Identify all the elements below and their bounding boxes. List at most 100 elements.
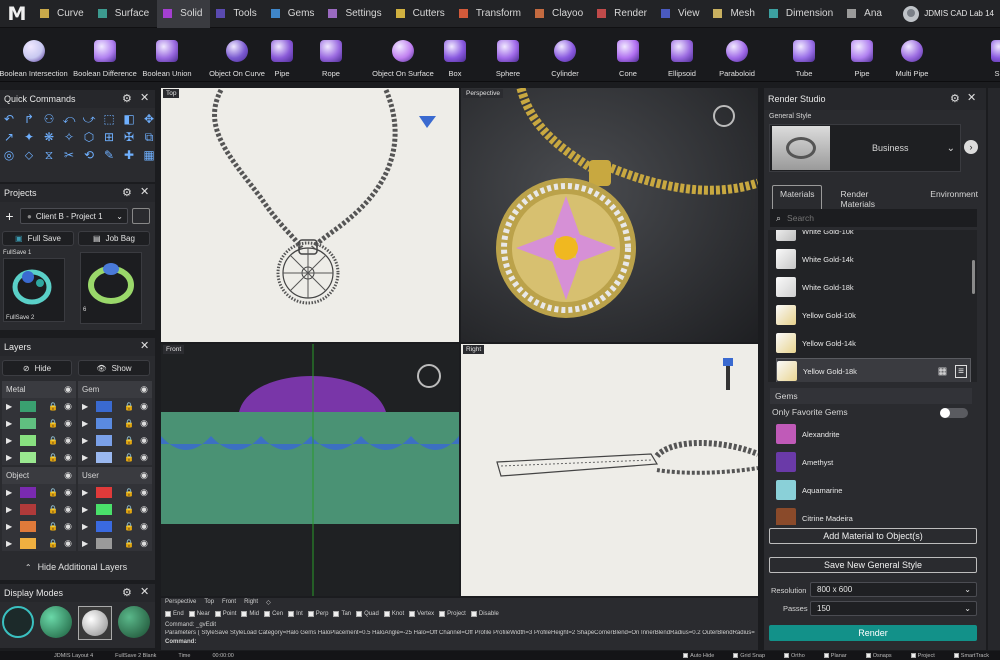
material-scrollbar[interactable] [972,260,975,294]
quick-command-icon[interactable]: ✚ [122,148,136,162]
layer-row[interactable]: ▶ 🔒 ◉ [78,535,152,552]
viewport-label[interactable]: Perspective [463,89,503,98]
ghosted-mode-icon[interactable] [118,606,150,638]
hide-additional-layers-button[interactable]: ⌃ Hide Additional Layers [2,558,150,576]
material-search-input[interactable] [787,213,958,223]
layer-color-swatch[interactable] [20,521,37,532]
grid-view-icon[interactable]: ▦ [938,366,947,377]
ribbon-tool[interactable]: Cylinder [541,28,589,82]
ribbon-tool[interactable]: Tube [780,28,828,82]
snap-checkbox[interactable]: End [165,611,184,617]
snap-checkbox[interactable]: Tan [333,611,351,617]
gem-item[interactable]: Amethyst [776,449,971,475]
play-icon[interactable]: ▶ [6,436,12,445]
snap-checkbox[interactable]: Near [188,611,210,617]
play-icon[interactable]: ▶ [6,522,12,531]
material-item[interactable]: White Gold-18k [776,274,971,300]
ribbon-tool[interactable]: Rope [307,28,355,82]
lock-icon[interactable]: 🔒 [48,488,58,497]
eye-icon[interactable]: ◉ [64,521,72,532]
job-bag-button[interactable]: ▤ Job Bag [78,231,150,246]
lock-icon[interactable]: 🔒 [48,505,58,514]
gear-icon[interactable]: ⚙ [122,586,132,599]
status-toggle[interactable]: Planar [823,653,847,659]
layer-color-swatch[interactable] [20,435,37,446]
snap-checkbox[interactable]: Quad [356,611,379,617]
full-save-button[interactable]: ▣ Full Save [2,231,74,246]
menu-tab[interactable]: Solid [157,0,211,28]
gem-item[interactable]: Alexandrite [776,423,971,447]
ribbon-tool[interactable]: Boolean Difference [72,28,138,82]
lock-icon[interactable]: 🔒 [124,419,134,428]
eye-icon[interactable]: ◉ [64,538,72,549]
play-icon[interactable]: ▶ [6,488,12,497]
eye-icon[interactable]: ◉ [64,452,72,463]
layer-row[interactable]: ▶ 🔒 ◉ [2,432,76,449]
render-mode-icon[interactable] [78,606,112,640]
eye-icon[interactable]: ◉ [140,435,148,446]
lock-icon[interactable]: 🔒 [124,522,134,531]
menu-tab[interactable]: Cutters [390,0,453,28]
status-toggle[interactable]: Auto Hide [683,653,714,659]
list-view-icon[interactable]: ≡ [955,364,967,378]
quick-command-icon[interactable]: ⬚ [102,112,116,126]
show-layers-button[interactable]: 👁 Show [78,360,150,376]
quick-command-icon[interactable]: ✠ [122,130,136,144]
quick-command-icon[interactable]: ◧ [122,112,136,126]
close-icon[interactable]: ✕ [967,91,976,104]
layer-row[interactable]: ▶ 🔒 ◉ [78,501,152,518]
view-tab[interactable]: Perspective [165,599,196,606]
command-prompt[interactable]: Command: [165,639,196,645]
play-icon[interactable]: ▶ [82,453,88,462]
quick-command-icon[interactable]: ⚇ [42,112,56,126]
layer-row[interactable]: ▶ 🔒 ◉ [2,415,76,432]
snap-checkbox[interactable]: Cen [264,611,283,617]
layer-row[interactable]: ▶ 🔒 ◉ [78,484,152,501]
lock-icon[interactable]: 🔒 [124,488,134,497]
menu-tab[interactable]: Mesh [707,0,762,28]
view-tab[interactable]: Right [244,599,258,606]
menu-tab[interactable]: Ana [841,0,890,28]
layer-group-header[interactable]: Object ◉ [2,467,76,484]
lock-icon[interactable]: 🔒 [124,436,134,445]
layer-color-swatch[interactable] [96,521,113,532]
eye-icon[interactable]: ◉ [64,470,72,481]
status-toggle[interactable]: SmartTrack [953,653,989,659]
layer-row[interactable]: ▶ 🔒 ◉ [78,449,152,466]
favorite-toggle[interactable] [940,408,968,418]
ribbon-tool[interactable]: Object On Surface [372,28,434,82]
quick-command-icon[interactable]: ✧ [62,130,76,144]
layer-color-swatch[interactable] [20,452,37,463]
quick-command-icon[interactable]: ↗ [2,130,16,144]
menu-tab[interactable]: View [655,0,708,28]
menu-tab[interactable]: Curve [34,0,92,28]
resolution-select[interactable]: 800 x 600 ⌄ [810,582,977,597]
menu-tab[interactable]: Dimension [763,0,841,28]
layer-color-swatch[interactable] [20,418,37,429]
snap-checkbox[interactable]: Project [439,611,466,617]
lock-icon[interactable]: 🔒 [48,436,58,445]
eye-icon[interactable]: ◉ [64,384,72,395]
wireframe-mode-icon[interactable] [2,606,34,638]
gear-icon[interactable]: ⚙ [950,92,960,105]
quick-command-icon[interactable]: ⧉ [142,130,156,144]
eye-icon[interactable]: ◉ [140,418,148,429]
layer-row[interactable]: ▶ 🔒 ◉ [2,484,76,501]
snap-checkbox[interactable]: Perp [307,611,328,617]
quick-command-icon[interactable]: ✦ [22,130,36,144]
viewport-label[interactable]: Top [163,89,180,98]
quick-command-icon[interactable]: ▦ [142,148,156,162]
layer-group-header[interactable]: Metal ◉ [2,381,76,398]
eye-icon[interactable]: ◉ [140,384,148,395]
layer-row[interactable]: ▶ 🔒 ◉ [2,501,76,518]
layer-color-swatch[interactable] [20,401,37,412]
ribbon-tool[interactable]: Box [431,28,479,82]
lock-icon[interactable]: 🔒 [48,419,58,428]
menu-tab[interactable]: Gems [265,0,323,28]
quick-command-icon[interactable]: ✂ [62,148,76,162]
material-item[interactable]: Yellow Gold-14k [776,330,971,356]
add-project-icon[interactable]: + [2,208,17,224]
play-icon[interactable]: ▶ [6,539,12,548]
quick-command-icon[interactable]: ✥ [142,112,156,126]
front-viewport[interactable]: Front [161,344,459,596]
